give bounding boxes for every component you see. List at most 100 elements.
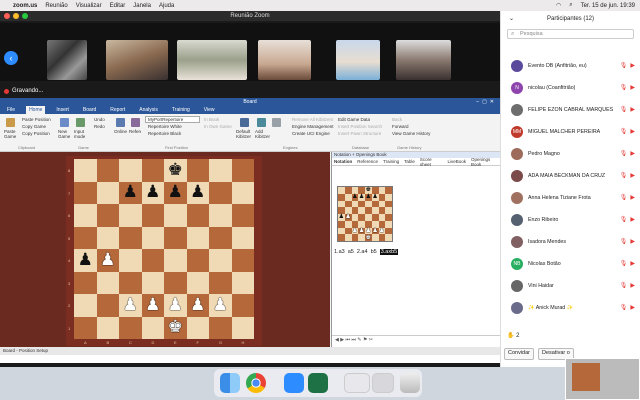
in-book-button[interactable]: In Book	[204, 117, 219, 122]
board-square[interactable]	[385, 207, 392, 214]
board-square[interactable]	[209, 316, 232, 339]
board-square[interactable]	[344, 234, 352, 241]
window-preview-icon[interactable]	[372, 373, 394, 393]
board-square[interactable]	[141, 249, 164, 272]
board-square[interactable]	[96, 294, 119, 317]
participant-row[interactable]: FELIPE EZON CABRAL MARQUES 🎙 ▶	[501, 99, 640, 121]
board-square[interactable]	[96, 226, 119, 249]
add-kibitzer-icon[interactable]	[257, 118, 266, 127]
board-square[interactable]	[338, 200, 345, 208]
menu-item-janela[interactable]: Janela	[133, 3, 151, 9]
tab-reference[interactable]: Reference	[357, 159, 378, 164]
chrome-icon[interactable]	[246, 373, 266, 393]
board-square[interactable]	[378, 193, 386, 201]
board-square[interactable]	[119, 226, 142, 249]
white-piece[interactable]: ♟	[168, 296, 183, 314]
board-square[interactable]	[119, 316, 142, 339]
white-piece[interactable]: ♚	[366, 234, 371, 241]
tab-view[interactable]: View	[201, 106, 218, 114]
board-square[interactable]	[186, 204, 209, 227]
board-square[interactable]	[351, 207, 359, 214]
board-square[interactable]: ♟	[164, 294, 187, 317]
create-uci-engine-button[interactable]: Create UCI Engine	[292, 131, 330, 136]
board-square[interactable]	[96, 204, 119, 227]
white-piece[interactable]: ♟	[145, 296, 160, 314]
white-piece[interactable]: ♟	[100, 251, 115, 269]
move[interactable]: 1.a3	[334, 249, 345, 255]
white-piece[interactable]: ♟	[372, 227, 377, 234]
board-square[interactable]	[338, 227, 345, 235]
zoom-window-button[interactable]	[22, 13, 28, 19]
paste-game-icon[interactable]	[6, 118, 15, 127]
board-square[interactable]	[74, 316, 97, 339]
board-square[interactable]: ♟	[96, 249, 119, 272]
participants-search-input[interactable]: ⌕ Pesquisa	[507, 29, 634, 39]
repertoire-white-button[interactable]: Repertoire White	[148, 124, 182, 129]
participant-row[interactable]: Isadora Mendes 🎙 ▶	[501, 231, 640, 253]
board-square[interactable]	[231, 249, 254, 272]
board-square[interactable]	[119, 204, 142, 227]
finder-icon[interactable]	[220, 373, 240, 393]
board-square[interactable]: ♟	[371, 194, 379, 201]
board-square[interactable]	[209, 181, 232, 204]
participant-row[interactable]: Nnicolau (Coanfitrião) 🎙 ▶	[501, 77, 640, 99]
participant-row[interactable]: ✨ Anick Murad ✨ 🎙 ▶	[501, 297, 640, 319]
tab-openings-book[interactable]: Openings Book	[471, 157, 500, 167]
black-piece[interactable]: ♟	[190, 184, 205, 201]
menubar-datetime[interactable]: Ter. 15 de jun. 19:39	[581, 3, 635, 9]
engine-settings-icon[interactable]	[272, 118, 281, 127]
white-piece[interactable]: ♟	[359, 227, 364, 234]
board-square[interactable]	[385, 187, 392, 194]
board-square[interactable]	[141, 271, 164, 294]
board-square[interactable]	[186, 249, 209, 272]
menubar-app-name[interactable]: zoom.us	[13, 3, 37, 9]
board-square[interactable]	[119, 271, 142, 294]
board-square[interactable]: ♟	[164, 181, 187, 204]
undo-button[interactable]: Undo	[94, 117, 105, 122]
black-piece[interactable]: ♟	[339, 214, 344, 220]
board-square[interactable]: ♟	[365, 194, 372, 201]
white-piece[interactable]: ♟	[352, 227, 357, 234]
board-square[interactable]	[74, 181, 97, 204]
participant-row[interactable]: Anna Helena Tiziane Frota 🎙 ▶	[501, 187, 640, 209]
board-square[interactable]	[358, 234, 365, 241]
default-kibitzer-button[interactable]: Default Kibitzer	[236, 129, 254, 139]
board-square[interactable]	[344, 193, 352, 201]
board-square[interactable]	[231, 226, 254, 249]
board-square[interactable]	[164, 226, 187, 249]
board-square[interactable]	[338, 187, 345, 194]
tab-board[interactable]: Board	[80, 106, 99, 114]
board-square[interactable]	[378, 234, 386, 241]
board-square[interactable]	[378, 200, 386, 208]
edit-game-data-button[interactable]: Edit Game Data	[338, 117, 370, 122]
raised-hands-count[interactable]: ✋ 2	[507, 332, 519, 339]
notation-navigation-bar[interactable]: ◀ ▶ ⏮ ⏭ ✎ ⚑ ✂	[332, 335, 501, 343]
board-square[interactable]: ♟	[186, 181, 209, 204]
reference-icon[interactable]	[131, 118, 140, 127]
board-square[interactable]	[344, 227, 352, 235]
board-square[interactable]	[141, 204, 164, 227]
tab-report[interactable]: Report	[107, 106, 128, 114]
engine-management-button[interactable]: Engine Management	[292, 124, 334, 129]
board-square[interactable]	[338, 193, 345, 201]
paste-position-button[interactable]: Paste Position	[22, 117, 51, 122]
white-piece[interactable]: ♟	[190, 296, 205, 314]
participant-row[interactable]: Vini Haidar 🎙 ▶	[501, 275, 640, 297]
board-square[interactable]	[358, 200, 365, 208]
video-tile[interactable]	[177, 40, 247, 80]
board-square[interactable]	[338, 220, 345, 228]
board-square[interactable]	[358, 207, 365, 214]
board-square[interactable]: ♚	[365, 234, 372, 241]
close-window-button[interactable]	[4, 13, 10, 19]
trash-icon[interactable]	[400, 373, 420, 393]
current-move[interactable]: 3.axb5	[379, 249, 399, 255]
board-square[interactable]	[338, 234, 345, 241]
chess-board[interactable]: ♚ ♟ ♟ ♟ ♟ ♟ ♟ ♟ ♟ ♟ ♟ ♟ ♚	[74, 159, 254, 339]
black-piece[interactable]: ♟	[352, 194, 357, 200]
copy-game-button[interactable]: Copy Game	[22, 124, 46, 129]
board-square[interactable]	[209, 204, 232, 227]
minimize-window-button[interactable]	[13, 13, 19, 19]
board-square[interactable]	[351, 200, 359, 208]
tab-analysis[interactable]: Analysis	[136, 106, 161, 114]
board-square[interactable]	[344, 187, 352, 194]
